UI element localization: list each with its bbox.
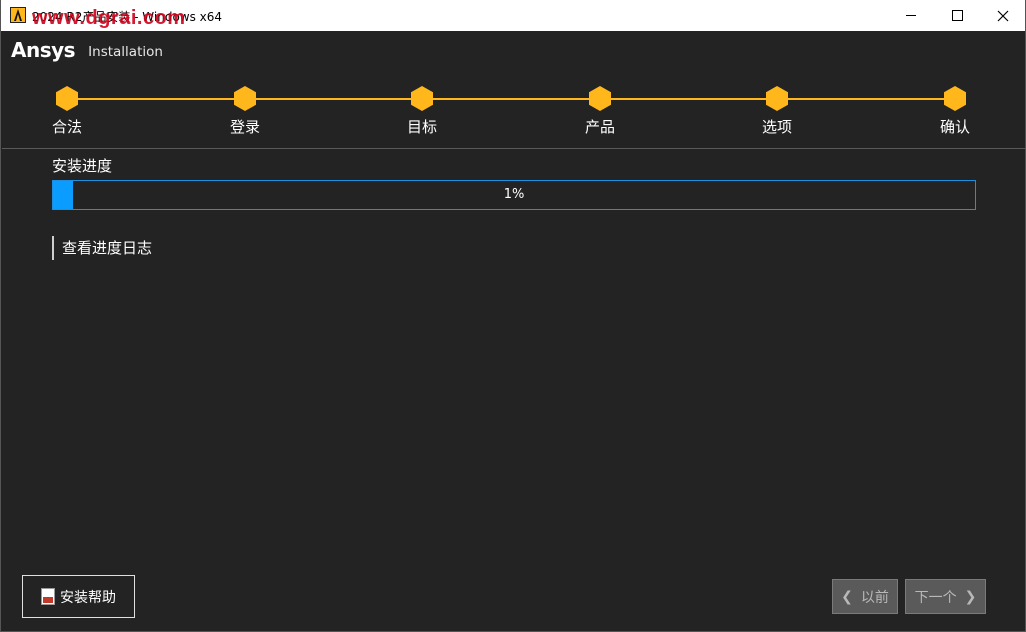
step-products: 产品 bbox=[560, 86, 640, 137]
minimize-icon bbox=[906, 15, 916, 16]
brand-header: Ansys Installation bbox=[11, 38, 163, 64]
progress-title: 安装进度 bbox=[52, 157, 113, 175]
step-hexagon-icon bbox=[766, 86, 788, 111]
maximize-button[interactable] bbox=[934, 0, 980, 31]
maximize-icon bbox=[951, 10, 963, 21]
steps-connector-line bbox=[67, 98, 955, 100]
title-bar: 2024 R2产品安装 - Windows x64 www.dgrai.com bbox=[1, 0, 1025, 31]
previous-label: 以前 bbox=[860, 589, 889, 606]
step-label: 登录 bbox=[229, 118, 260, 136]
view-progress-log-link[interactable]: 查看进度日志 bbox=[52, 236, 152, 260]
install-help-label: 安装帮助 bbox=[60, 589, 116, 606]
step-label: 目标 bbox=[406, 118, 437, 136]
step-legal: 合法 bbox=[27, 86, 107, 137]
ansys-app-icon bbox=[10, 7, 26, 23]
close-icon bbox=[997, 10, 1009, 21]
brand-subtitle: Installation bbox=[88, 44, 163, 60]
step-hexagon-icon bbox=[589, 86, 611, 111]
step-hexagon-icon bbox=[234, 86, 256, 111]
step-hexagon-icon bbox=[944, 86, 966, 111]
step-label: 选项 bbox=[761, 118, 792, 136]
previous-button[interactable]: ❮ 以前 bbox=[832, 579, 898, 614]
step-label: 产品 bbox=[584, 118, 615, 136]
pdf-icon bbox=[41, 588, 55, 605]
close-button[interactable] bbox=[980, 0, 1026, 31]
step-label: 确认 bbox=[939, 118, 970, 136]
next-button[interactable]: 下一个 ❯ bbox=[905, 579, 986, 614]
step-login: 登录 bbox=[205, 86, 285, 137]
install-help-button[interactable]: 安装帮助 bbox=[22, 575, 135, 618]
step-confirm: 确认 bbox=[915, 86, 995, 137]
step-destination: 目标 bbox=[382, 86, 462, 137]
step-label: 合法 bbox=[51, 118, 82, 136]
ansys-logo: Ansys bbox=[11, 38, 76, 62]
minimize-button[interactable] bbox=[888, 0, 934, 31]
chevron-left-icon: ❮ bbox=[841, 588, 853, 605]
next-label: 下一个 bbox=[914, 589, 957, 606]
watermark: www.dgrai.com bbox=[32, 7, 186, 29]
step-hexagon-icon bbox=[411, 86, 433, 111]
chevron-right-icon: ❯ bbox=[964, 588, 977, 605]
step-hexagon-icon bbox=[56, 86, 78, 111]
header-divider bbox=[2, 148, 1026, 149]
progress-percent: 1% bbox=[503, 187, 525, 202]
step-options: 选项 bbox=[737, 86, 817, 137]
install-progress-bar: 1% bbox=[52, 180, 976, 210]
installer-window: 2024 R2产品安装 - Windows x64 www.dgrai.com … bbox=[0, 0, 1026, 632]
